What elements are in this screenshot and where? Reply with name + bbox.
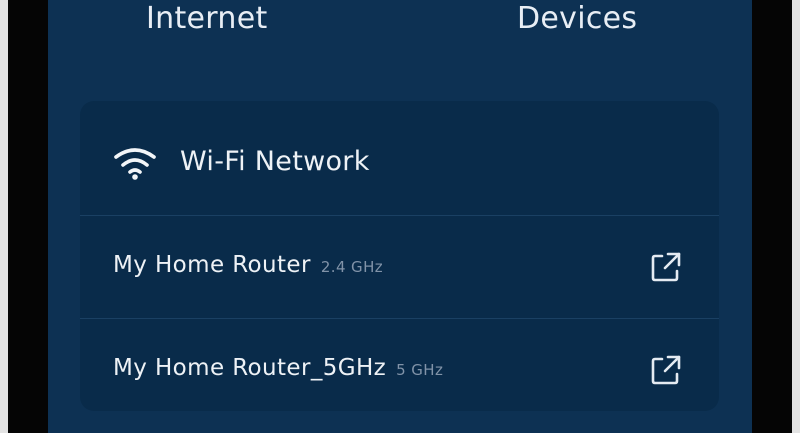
wifi-network-header: Wi-Fi Network [80,101,719,216]
network-name: My Home Router [113,252,311,278]
external-link-icon[interactable] [648,249,684,285]
app-screen: Internet Devices Wi-Fi Network My Home R… [48,0,752,433]
network-band: 5 GHz [396,361,444,379]
network-name-label: My Home Router 2.4 GHz [113,250,383,282]
wifi-icon [114,148,156,180]
wifi-network-card: Wi-Fi Network My Home Router 2.4 GHz My H… [80,101,719,411]
tab-devices[interactable]: Devices [517,0,637,38]
external-link-icon[interactable] [648,352,684,388]
network-name-label: My Home Router_5GHz 5 GHz [113,353,443,385]
network-row[interactable]: My Home Router_5GHz 5 GHz [80,319,719,421]
wifi-network-title: Wi-Fi Network [180,146,370,177]
tab-internet[interactable]: Internet [146,0,268,38]
network-name: My Home Router_5GHz [113,355,387,381]
network-band: 2.4 GHz [320,258,384,276]
network-row[interactable]: My Home Router 2.4 GHz [80,216,719,319]
